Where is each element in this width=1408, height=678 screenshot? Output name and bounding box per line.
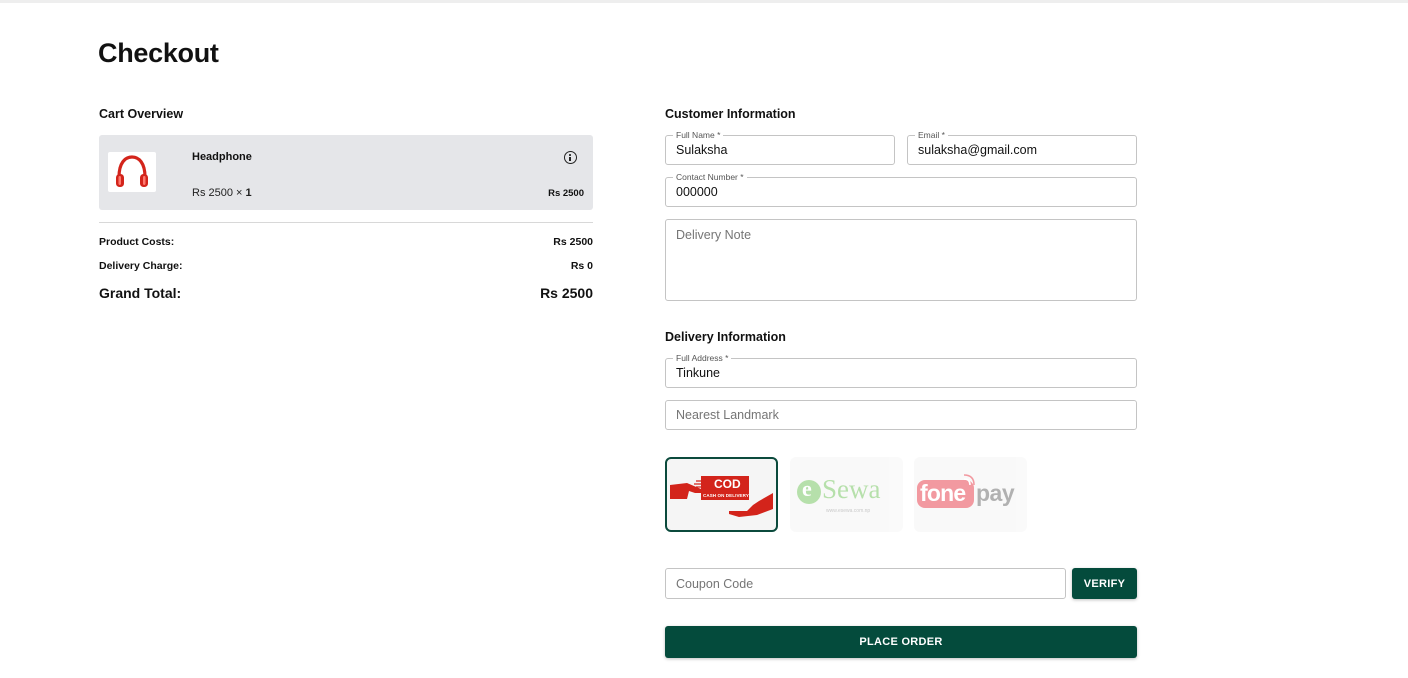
cart-item-name: Headphone — [192, 151, 252, 163]
product-costs-row: Product Costs: Rs 2500 — [99, 236, 593, 248]
delivery-charge-label: Delivery Charge: — [99, 260, 183, 272]
cart-item-price: Rs 2500 × 1 — [192, 187, 252, 199]
contact-number-label: Contact Number * — [673, 171, 747, 183]
coupon-code-input[interactable] — [666, 569, 1065, 598]
delivery-charge-row: Delivery Charge: Rs 0 — [99, 260, 593, 272]
summary-divider — [99, 222, 593, 223]
delivery-info-title: Delivery Information — [665, 330, 786, 344]
payment-option-fonepay[interactable]: fone pay — [914, 457, 1027, 532]
full-address-input[interactable] — [666, 359, 1136, 387]
esewa-logo-text: Sewa — [822, 474, 881, 504]
top-bar — [0, 0, 1408, 3]
grand-total-label: Grand Total: — [99, 285, 182, 301]
cod-logo-subtext: CASH ON DELIVERY — [703, 493, 749, 498]
full-name-label: Full Name * — [673, 129, 724, 141]
multiply-sign: × — [232, 187, 246, 199]
cart-item: Headphone Rs 2500 × 1 Rs 2500 — [99, 135, 593, 210]
product-thumbnail — [108, 152, 156, 192]
delivery-note-input[interactable] — [666, 220, 1136, 300]
cart-item-quantity: 1 — [245, 187, 252, 199]
fonepay-logo-text: fone — [920, 480, 966, 506]
esewa-logo-subtext: www.esewa.com.np — [826, 508, 871, 514]
cart-item-unit-price: Rs 2500 — [192, 187, 233, 199]
verify-button[interactable]: VERIFY — [1072, 568, 1137, 599]
product-costs-label: Product Costs: — [99, 236, 175, 248]
info-icon[interactable] — [564, 151, 577, 164]
esewa-logo-prefix: e — [802, 476, 812, 501]
cart-item-total: Rs 2500 — [548, 188, 584, 199]
cod-logo-text: COD — [714, 477, 741, 491]
coupon-code-field — [665, 568, 1066, 599]
payment-option-esewa[interactable]: e Sewa www.esewa.com.np — [790, 457, 903, 532]
nearest-landmark-input[interactable] — [666, 401, 1136, 429]
payment-option-cod[interactable]: COD CASH ON DELIVERY — [665, 457, 778, 532]
nearest-landmark-field — [665, 400, 1137, 430]
contact-number-field: Contact Number * — [665, 171, 1137, 207]
fonepay-logo-suffix: pay — [976, 480, 1015, 506]
product-costs-value: Rs 2500 — [553, 236, 593, 248]
place-order-button[interactable]: PLACE ORDER — [665, 626, 1137, 658]
delivery-charge-value: Rs 0 — [570, 260, 593, 272]
full-name-field: Full Name * — [665, 129, 895, 165]
email-field: Email * — [907, 129, 1137, 165]
grand-total-row: Grand Total: Rs 2500 — [99, 285, 593, 301]
grand-total-value: Rs 2500 — [540, 285, 593, 301]
customer-info-title: Customer Information — [665, 107, 796, 121]
full-address-label: Full Address * — [673, 352, 732, 364]
page-title: Checkout — [98, 38, 219, 68]
full-address-field: Full Address * — [665, 352, 1137, 388]
email-label: Email * — [915, 129, 948, 141]
cart-overview-title: Cart Overview — [99, 107, 184, 121]
headphone-icon — [116, 155, 148, 187]
delivery-note-field — [665, 219, 1137, 301]
